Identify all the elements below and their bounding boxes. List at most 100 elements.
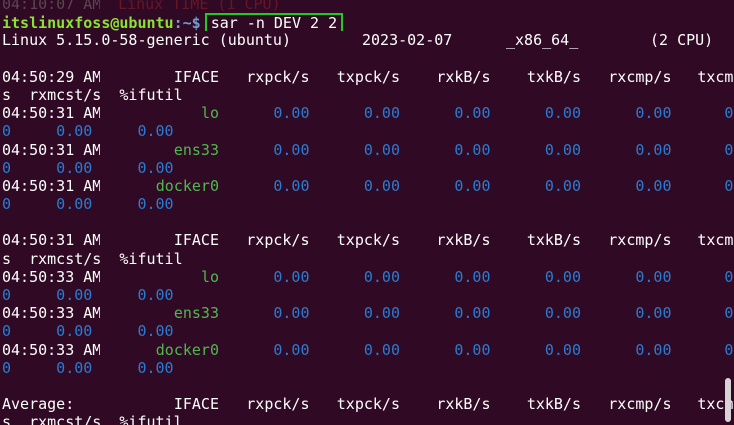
terminal-output: 04:10:07 AM Linux TIME (1 CPU) itslinuxf… — [2, 0, 734, 425]
row-value: 0.00 — [92, 195, 174, 214]
row-value: 0.00 — [363, 304, 400, 323]
header-col: txpck/s — [336, 231, 400, 250]
row-value: 0.00 — [454, 267, 491, 286]
row-iface: docker0 — [155, 340, 219, 359]
row-iface: ens33 — [173, 140, 219, 159]
row-time: 04:50:31 AM — [2, 104, 100, 123]
header-col: rxpck/s — [246, 67, 310, 86]
row-value: 0.00 — [544, 340, 581, 359]
header-col: rxpck/s — [246, 395, 310, 414]
row-value: 0.00 — [11, 158, 93, 177]
row-value: 0.00 — [273, 304, 310, 323]
row-value: 0.00 — [363, 140, 400, 159]
row-value: 0.00 — [11, 122, 93, 141]
row-wrap-first: 0 — [2, 195, 12, 214]
row-iface: ens33 — [173, 304, 219, 323]
row-time: 04:50:33 AM — [2, 267, 100, 286]
table-row: 04:50:31 AM docker0 0.00 0.00 0.00 0.00 0.00 0.… — [2, 177, 734, 195]
row-value: 0.00 — [544, 267, 581, 286]
row-value: 0.00 — [635, 140, 672, 159]
header-col: %ifutil — [101, 249, 183, 268]
row-wrap-first: 0 — [2, 358, 12, 377]
header-time: Average: — [2, 395, 75, 414]
row-value: 0.00 — [454, 140, 491, 159]
header-col: txcmp/ — [697, 67, 734, 86]
header-col: %ifutil — [101, 413, 183, 425]
row-value: 0.00 — [454, 304, 491, 323]
row-value: 0.00 — [11, 195, 93, 214]
command-text: sar -n DEV 2 2 — [210, 14, 338, 32]
header-col: rxcmp/s — [608, 231, 672, 250]
row-value: 0.00 — [273, 104, 310, 123]
row-value: 0.00 — [273, 176, 310, 195]
row-value: 0.00 — [273, 267, 310, 286]
row-value: 0.00 — [273, 140, 310, 159]
row-time: 04:50:33 AM — [2, 340, 100, 359]
row-value: 0.00 — [11, 286, 93, 304]
row-value: 0.00 — [273, 340, 310, 359]
row-value: 0.00 — [635, 267, 672, 286]
row-iface: lo — [200, 267, 219, 286]
previous-text: Linux TIME (1 CPU) — [118, 0, 281, 13]
sar-report: 04:50:29 AM IFACE rxpck/s txpck/s rxkB/s txkB… — [2, 68, 734, 425]
row-value: 0.00 — [454, 340, 491, 359]
row-value: 0.00 — [92, 286, 174, 304]
row-value: 0.00 — [544, 176, 581, 195]
table-row-wrap: 0 0.00 0.00 — [2, 159, 734, 177]
row-value: 0.0 — [724, 267, 734, 286]
table-row-wrap: 0 0.00 0.00 — [2, 286, 734, 304]
highlighted-command: sar -n DEV 2 2 — [204, 13, 344, 32]
row-value: 0.00 — [635, 176, 672, 195]
header-wrap-prefix: s — [2, 249, 12, 268]
header-iface: IFACE — [173, 395, 219, 414]
header-col: rxpck/s — [246, 231, 310, 250]
row-time: 04:50:33 AM — [2, 304, 100, 323]
cpu-count: (2 CPU) — [650, 31, 714, 50]
header-col: txpck/s — [336, 67, 400, 86]
row-value: 0.00 — [544, 140, 581, 159]
row-value: 0.00 — [92, 158, 174, 177]
row-value: 0.0 — [724, 340, 734, 359]
row-wrap-first: 0 — [2, 322, 12, 341]
row-value: 0.00 — [363, 340, 400, 359]
table-row: 04:50:33 AM docker0 0.00 0.00 0.00 0.00 0.00 0.… — [2, 341, 734, 359]
header-col: rxkB/s — [436, 395, 491, 414]
prompt-path: :~$ — [173, 14, 201, 32]
row-value: 0.0 — [724, 176, 734, 195]
row-wrap-first: 0 — [2, 122, 12, 141]
header-wrap-row: s rxmcst/s %ifutil — [2, 250, 734, 268]
header-col: rxmcst/s — [11, 85, 102, 104]
sysinfo-line: Linux 5.15.0-58-generic (ubuntu) 2023-02-… — [2, 31, 734, 49]
scrollbar-thumb[interactable] — [725, 378, 731, 422]
prompt-user-host: itslinuxfoss@ubuntu — [2, 14, 174, 32]
row-value: 0.00 — [11, 322, 93, 341]
prompt-line: itslinuxfoss@ubuntu:~$ sar -n DEV 2 2 — [2, 13, 734, 32]
table-row-wrap: 0 0.00 0.00 — [2, 195, 734, 213]
header-col: rxkB/s — [436, 67, 491, 86]
table-row: 04:50:31 AM ens33 0.00 0.00 0.00 0.00 0.00 0.0 — [2, 141, 734, 159]
table-row-wrap: 0 0.00 0.00 — [2, 359, 734, 377]
row-value: 0.00 — [635, 304, 672, 323]
terminal-window[interactable]: 04:10:07 AM Linux TIME (1 CPU) itslinuxf… — [0, 0, 734, 425]
header-wrap-row: s rxmcst/s %ifutil — [2, 86, 734, 104]
row-iface: docker0 — [155, 176, 219, 195]
row-value: 0.00 — [92, 122, 174, 141]
header-col: rxcmp/s — [608, 67, 672, 86]
row-wrap-first: 0 — [2, 286, 12, 304]
header-iface: IFACE — [173, 67, 219, 86]
header-wrap-prefix: s — [2, 85, 12, 104]
row-iface: lo — [200, 104, 219, 123]
row-value: 0.00 — [454, 176, 491, 195]
row-value: 0.00 — [363, 176, 400, 195]
header-time: 04:50:29 AM — [2, 67, 100, 86]
header-col: rxkB/s — [436, 231, 491, 250]
header-col: %ifutil — [101, 85, 183, 104]
row-value: 0.00 — [363, 104, 400, 123]
row-value: 0.0 — [724, 304, 734, 323]
table-row: 04:50:31 AM lo 0.00 0.00 0.00 0.00 0.00 0.0 — [2, 104, 734, 122]
header-col: txkB/s — [526, 395, 581, 414]
row-value: 0.00 — [635, 104, 672, 123]
previous-output-line: 04:10:07 AM Linux TIME (1 CPU) — [2, 0, 734, 13]
